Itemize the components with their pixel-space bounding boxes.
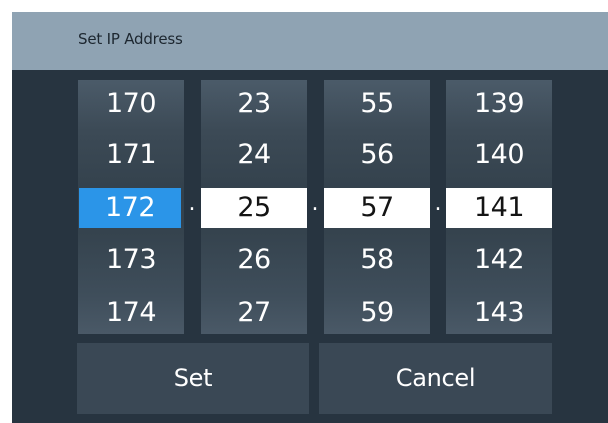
octet-3-option[interactable]: 59 bbox=[324, 293, 430, 333]
octet-4-spinner[interactable]: 139 140 141 142 143 bbox=[446, 80, 552, 334]
octet-1-selected-value[interactable]: 172 bbox=[79, 188, 181, 228]
set-button[interactable]: Set bbox=[77, 343, 309, 414]
octet-2-option[interactable]: 23 bbox=[201, 84, 307, 124]
dialog-titlebar: Set IP Address bbox=[12, 12, 608, 70]
octet-2-option[interactable]: 26 bbox=[201, 240, 307, 280]
cancel-button[interactable]: Cancel bbox=[319, 343, 552, 414]
octet-1-spinner[interactable]: 170 171 172 173 174 bbox=[78, 80, 184, 334]
octet-4-option[interactable]: 143 bbox=[446, 293, 552, 333]
octet-4-option[interactable]: 142 bbox=[446, 240, 552, 280]
octet-2-spinner[interactable]: 23 24 25 26 27 bbox=[201, 80, 307, 334]
octet-2-option[interactable]: 24 bbox=[201, 135, 307, 175]
octet-1-option[interactable]: 171 bbox=[78, 135, 184, 175]
octet-2-selected-value[interactable]: 25 bbox=[201, 188, 307, 228]
octet-4-option[interactable]: 140 bbox=[446, 135, 552, 175]
octet-3-spinner[interactable]: 55 56 57 58 59 bbox=[324, 80, 430, 334]
dialog-title: Set IP Address bbox=[78, 30, 183, 48]
octet-2-option[interactable]: 27 bbox=[201, 293, 307, 333]
octet-3-selected-value[interactable]: 57 bbox=[324, 188, 430, 228]
octet-1-option[interactable]: 173 bbox=[78, 240, 184, 280]
octet-3-option[interactable]: 58 bbox=[324, 240, 430, 280]
set-ip-address-dialog: Set IP Address 170 171 172 173 174 . 23 … bbox=[12, 12, 608, 423]
octet-1-option[interactable]: 170 bbox=[78, 84, 184, 124]
octet-3-option[interactable]: 55 bbox=[324, 84, 430, 124]
octet-4-option[interactable]: 139 bbox=[446, 84, 552, 124]
octet-separator: . bbox=[434, 191, 442, 216]
octet-1-option[interactable]: 174 bbox=[78, 293, 184, 333]
octet-separator: . bbox=[311, 191, 319, 216]
octet-4-selected-value[interactable]: 141 bbox=[446, 188, 552, 228]
octet-3-option[interactable]: 56 bbox=[324, 135, 430, 175]
screen: Set IP Address 170 171 172 173 174 . 23 … bbox=[0, 0, 608, 423]
octet-separator: . bbox=[188, 191, 196, 216]
